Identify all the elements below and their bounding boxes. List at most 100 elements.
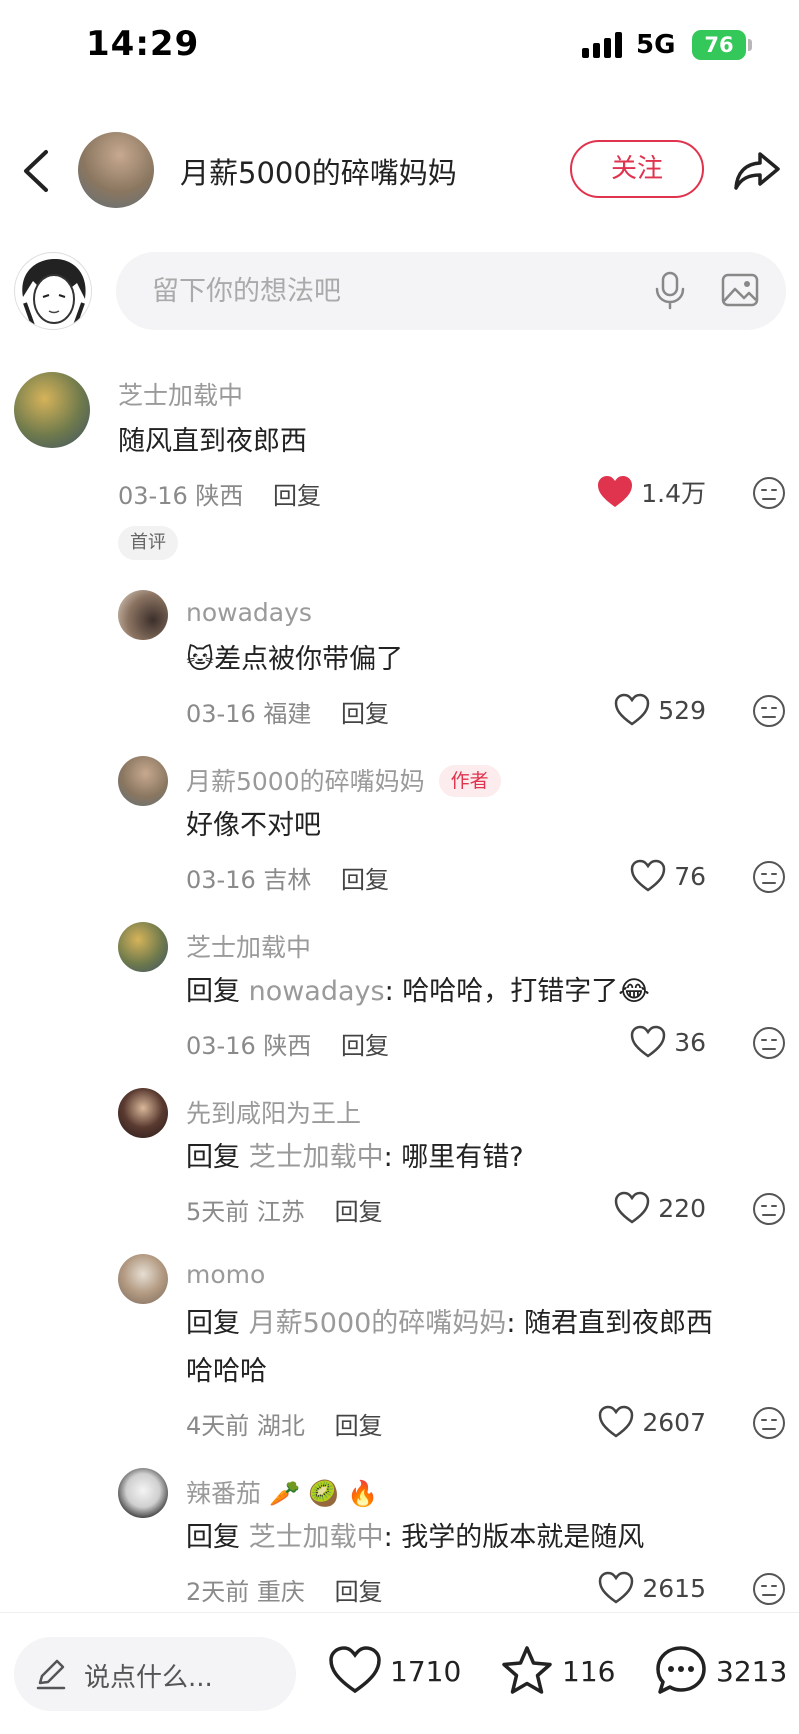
like-count: 76 [674,861,706,891]
like-count: 220 [658,1193,706,1223]
comment-total: 3213 [716,1654,788,1688]
reply-item: 月薪5000的碎嘴妈妈 作者 好像不对吧 03-16 吉林 回复 76 [0,756,799,906]
commenter-avatar[interactable] [118,590,168,640]
my-avatar[interactable] [14,252,92,330]
commenter-name[interactable]: 芝士加载中 [186,928,311,964]
comment-date: 4天前 [186,1412,250,1440]
comment-date: 03-16 [186,700,256,728]
status-time: 14:29 [86,24,200,64]
reply-target[interactable]: 芝士加载中 [249,1522,384,1553]
comment-input[interactable] [152,252,632,330]
comment-location: 陕西 [195,482,244,510]
follow-button[interactable]: 关注 [570,140,704,198]
like-count: 2615 [642,1573,706,1603]
reply-button[interactable]: 回复 [273,482,321,510]
like-count: 529 [658,695,706,725]
reply-item: momo 回复 月薪5000的碎嘴妈妈: 随君直到夜郎西 哈哈哈 4天前 湖北 … [0,1254,799,1454]
dislike-icon[interactable] [752,1572,786,1606]
heart-icon [329,1646,381,1694]
comment-meta: 03-16 陕西 回复 [186,1026,389,1061]
header: 月薪5000的碎嘴妈妈 关注 [0,124,799,220]
like-button[interactable]: 2607 [546,1402,706,1442]
like-action[interactable]: 1710 [328,1641,461,1701]
comment-date: 03-16 [118,482,188,510]
dislike-icon[interactable] [752,476,786,510]
comment-input-box[interactable] [116,252,786,330]
comment-date: 03-16 [186,866,256,894]
comment-date: 2天前 [186,1578,250,1606]
favorite-action[interactable]: 116 [500,1641,615,1701]
commenter-avatar[interactable] [118,1468,168,1518]
reply-target[interactable]: nowadays [249,976,385,1007]
comment-location: 江苏 [256,1198,305,1226]
reply-button[interactable]: 回复 [341,1032,389,1060]
battery-icon: 76 [692,30,746,60]
commenter-avatar[interactable] [118,1254,168,1304]
write-comment-label: 说点什么... [84,1663,213,1693]
image-icon[interactable] [720,270,760,310]
like-button[interactable]: 36 [570,1022,706,1062]
comment-text: 🐱差点被你带偏了 [186,644,404,675]
comment-location: 重庆 [256,1578,305,1606]
reply-button[interactable]: 回复 [341,866,389,894]
like-button[interactable]: 76 [570,856,706,896]
dislike-icon[interactable] [752,1192,786,1226]
comment-meta: 03-16 陕西 回复 [118,476,321,511]
comment-text-line2: 哈哈哈 [186,1356,267,1387]
commenter-name[interactable]: 月薪5000的碎嘴妈妈 作者 [186,762,501,798]
reply-item: 辣番茄 🥕 🥝 🔥 回复 芝士加载中: 我学的版本就是随风 2天前 重庆 回复 … [0,1468,799,1612]
microphone-icon[interactable] [650,270,690,310]
comment-text: 随风直到夜郎西 [118,426,307,457]
comment-text: 回复 芝士加载中: 我学的版本就是随风 [186,1522,645,1553]
commenter-name[interactable]: momo [186,1260,265,1289]
comment-text: 好像不对吧 [186,810,321,841]
comment-location: 福建 [263,700,312,728]
comment-text: 回复 nowadays: 哈哈哈，打错字了😂 [186,976,650,1007]
like-button[interactable]: 220 [560,1188,706,1228]
commenter-avatar[interactable] [118,922,168,972]
share-icon[interactable] [732,146,782,196]
status-bar: 14:29 5G 76 [0,0,799,96]
commenter-avatar[interactable] [118,1088,168,1138]
commenter-name[interactable]: nowadays [186,598,312,627]
commenter-name[interactable]: 辣番茄 🥕 🥝 🔥 [186,1474,378,1510]
reply-button[interactable]: 回复 [335,1412,383,1440]
commenter-name[interactable]: 芝士加载中 [118,376,243,412]
heart-icon [615,1191,650,1224]
comment-location: 湖北 [256,1412,305,1440]
reply-button[interactable]: 回复 [335,1578,383,1606]
heart-icon [615,693,650,726]
star-icon [502,1646,552,1694]
commenter-avatar[interactable] [14,372,90,448]
comment-date: 5天前 [186,1198,250,1226]
reply-button[interactable]: 回复 [335,1198,383,1226]
dislike-icon[interactable] [752,1406,786,1440]
battery-tip [748,39,752,51]
write-comment-button[interactable]: 说点什么... [14,1637,296,1711]
commenter-avatar[interactable] [118,756,168,806]
author-avatar[interactable] [78,132,154,208]
dislike-icon[interactable] [752,1026,786,1060]
comment-meta: 03-16 吉林 回复 [186,860,389,895]
bottom-action-bar: 说点什么... 1710 116 3213 [0,1612,799,1734]
comment-meta: 03-16 福建 回复 [186,694,389,729]
commenter-name[interactable]: 先到咸阳为王上 [186,1094,361,1130]
like-button[interactable]: 529 [560,690,706,730]
like-button[interactable]: 1.4万 [570,472,706,512]
like-count: 1.4万 [641,479,706,508]
like-count: 2607 [642,1407,706,1437]
reply-target[interactable]: 月薪5000的碎嘴妈妈 [249,1308,507,1339]
dislike-icon[interactable] [752,694,786,728]
pen-icon [36,1659,66,1690]
heart-icon [599,1405,634,1438]
back-icon[interactable] [16,146,58,196]
comment-bubble-icon [656,1646,706,1694]
comment-action[interactable]: 3213 [654,1641,787,1701]
reply-target[interactable]: 芝士加载中 [249,1142,384,1173]
dislike-icon[interactable] [752,860,786,894]
reply-button[interactable]: 回复 [341,700,389,728]
laughing-emoji-icon: 😂 [618,976,650,1007]
author-name[interactable]: 月薪5000的碎嘴妈妈 [180,150,457,192]
like-count: 36 [674,1027,706,1057]
like-button[interactable]: 2615 [546,1568,706,1608]
